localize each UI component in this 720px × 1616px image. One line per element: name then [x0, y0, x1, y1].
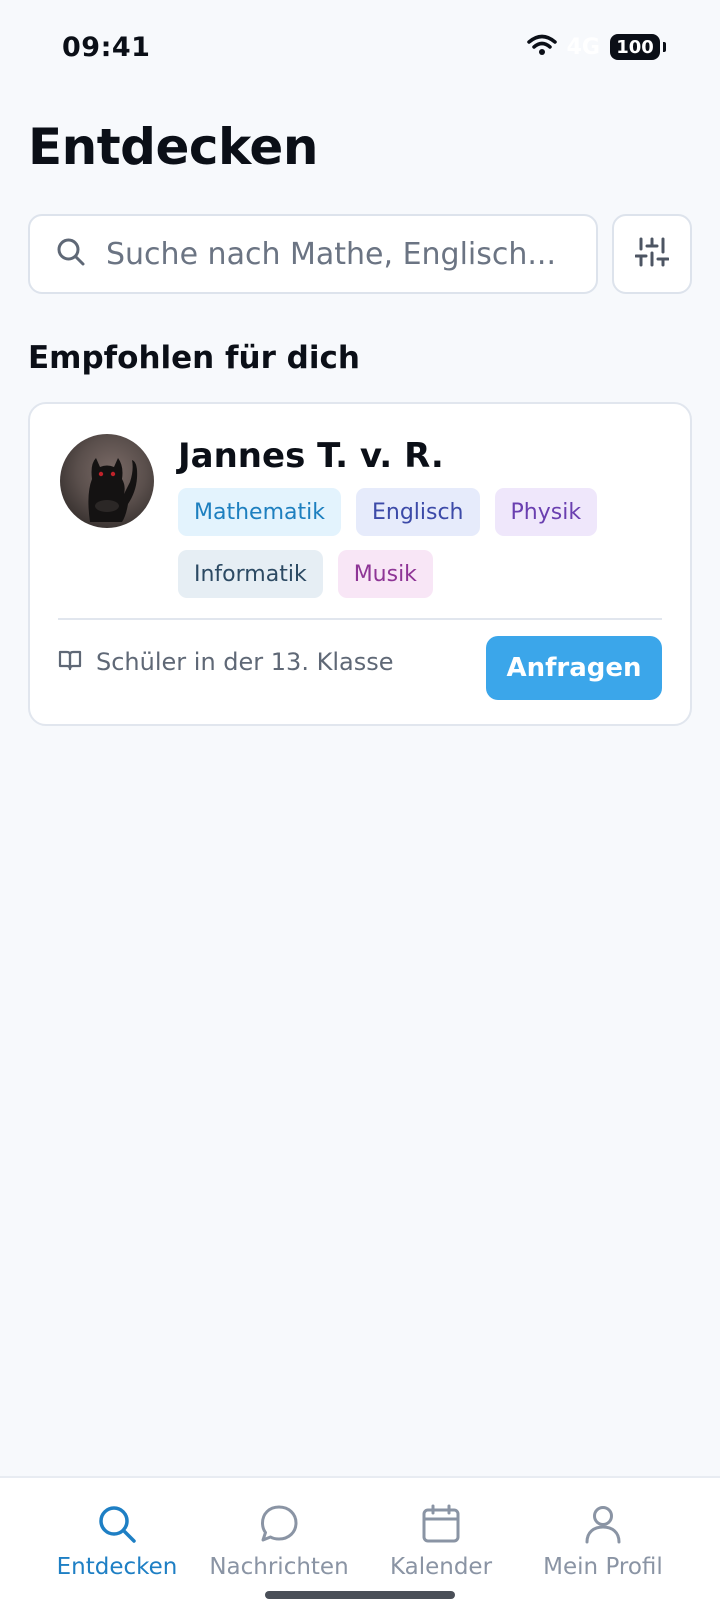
subject-tag: Englisch	[355, 488, 480, 536]
subject-tag: Informatik	[178, 550, 323, 598]
tab-kalender[interactable]: Kalender	[356, 1504, 526, 1580]
tab-entdecken[interactable]: Entdecken	[32, 1504, 202, 1580]
subject-tags: Mathematik Englisch Physik Informatik Mu…	[178, 488, 678, 598]
tutor-card[interactable]: Jannes T. v. R. Mathematik Englisch Phys…	[28, 402, 692, 726]
grade-text: Schüler in der 13. Klasse	[96, 648, 394, 676]
avatar	[60, 434, 154, 528]
tab-nachrichten[interactable]: Nachrichten	[194, 1504, 364, 1580]
tab-label: Kalender	[389, 1554, 493, 1580]
search-icon	[97, 1504, 137, 1548]
sliders-icon	[634, 236, 670, 272]
status-bar: 09:41 4G 100	[0, 0, 720, 100]
page-title: Entdecken	[28, 118, 318, 176]
subject-tag: Musik	[337, 550, 433, 598]
person-icon	[583, 1504, 623, 1548]
search-icon	[56, 237, 86, 271]
tab-mein-profil[interactable]: Mein Profil	[518, 1504, 688, 1580]
tab-label: Mein Profil	[543, 1554, 663, 1580]
grade-row: Schüler in der 13. Klasse	[58, 648, 393, 676]
home-indicator	[265, 1591, 455, 1599]
tutor-name: Jannes T. v. R.	[178, 436, 444, 476]
status-time: 09:41	[62, 32, 151, 63]
status-indicators: 4G 100	[526, 34, 666, 60]
chat-icon	[259, 1504, 299, 1548]
request-button[interactable]: Anfragen	[486, 636, 662, 700]
tab-label: Nachrichten	[209, 1554, 349, 1580]
subject-tag: Physik	[494, 488, 598, 536]
network-label: 4G	[566, 34, 600, 60]
search-box[interactable]	[28, 214, 598, 294]
subject-tag: Mathematik	[178, 488, 341, 536]
search-input[interactable]	[106, 236, 576, 272]
book-icon	[58, 649, 82, 675]
tab-label: Entdecken	[56, 1554, 178, 1580]
section-title: Empfohlen für dich	[28, 340, 360, 376]
filter-button[interactable]	[612, 214, 692, 294]
card-divider	[58, 618, 662, 620]
battery-icon: 100	[610, 34, 666, 60]
wifi-icon	[526, 34, 557, 60]
calendar-icon	[421, 1504, 461, 1548]
